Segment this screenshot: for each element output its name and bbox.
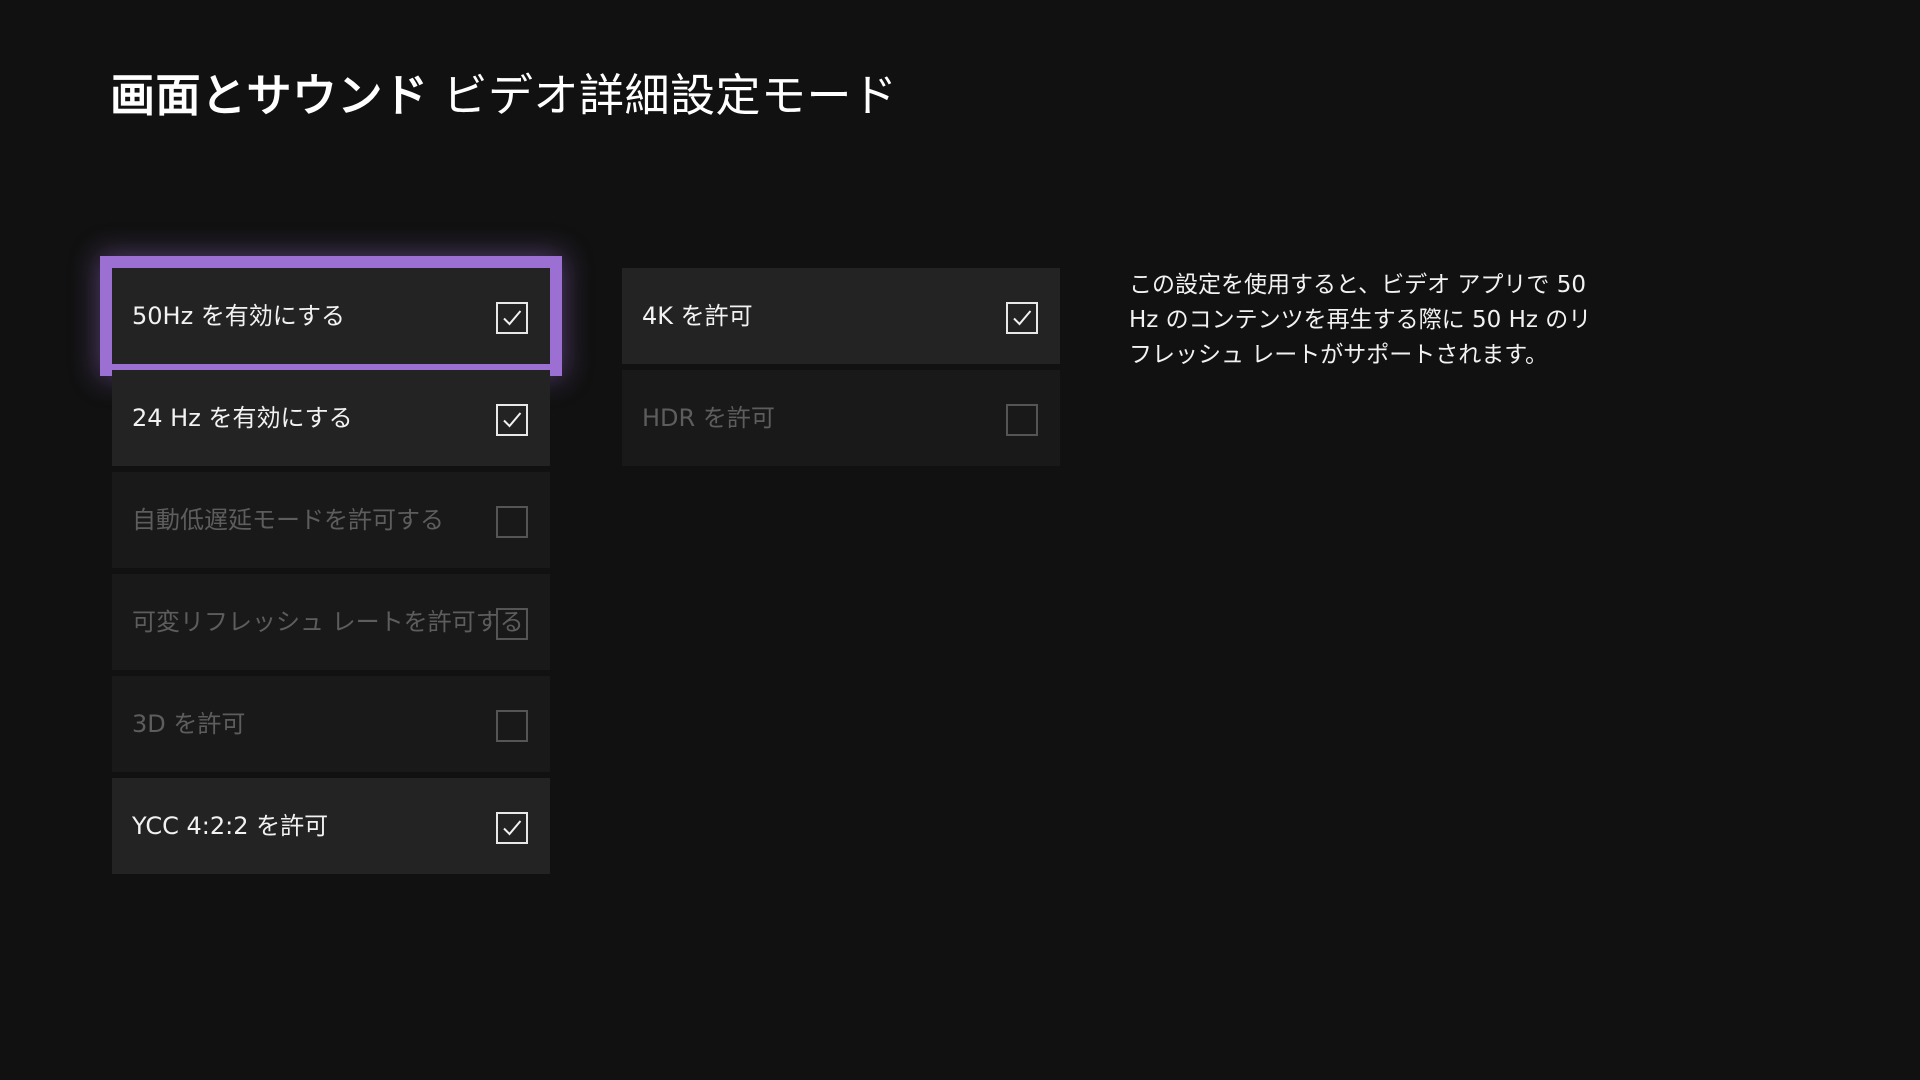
checkbox-checked[interactable]	[496, 404, 528, 436]
checkmark-icon	[503, 820, 522, 836]
checkmark-icon	[503, 310, 522, 326]
option-label: YCC 4:2:2 を許可	[132, 812, 329, 840]
left-options-column: 50Hz を有効にする 24 Hz を有効にする 自動低遅延モードを許可する 可…	[112, 268, 550, 880]
checkmark-icon	[503, 412, 522, 428]
settings-page: 画面とサウンド ビデオ詳細設定モード 50Hz を有効にする 24 Hz を有効に…	[0, 0, 1920, 1080]
checkmark-icon	[1013, 310, 1032, 326]
right-options-column: 4K を許可 HDR を許可	[622, 268, 1060, 472]
option-description: この設定を使用すると、ビデオ アプリで 50 Hz のコンテンツを再生する際に …	[1129, 272, 1592, 368]
option-allow-hdr[interactable]: HDR を許可	[622, 370, 1060, 466]
option-label: 可変リフレッシュ レートを許可する	[132, 608, 524, 636]
option-label: 自動低遅延モードを許可する	[132, 506, 444, 534]
checkbox-unchecked[interactable]	[496, 608, 528, 640]
option-enable-24hz[interactable]: 24 Hz を有効にする	[112, 370, 550, 466]
option-allow-3d[interactable]: 3D を許可	[112, 676, 550, 772]
option-variable-refresh-rate[interactable]: 可変リフレッシュ レートを許可する	[112, 574, 550, 670]
checkbox-unchecked[interactable]	[1006, 404, 1038, 436]
checkbox-unchecked[interactable]	[496, 710, 528, 742]
option-enable-50hz[interactable]: 50Hz を有効にする	[112, 268, 550, 364]
option-allow-ycc422[interactable]: YCC 4:2:2 を許可	[112, 778, 550, 874]
option-auto-low-latency[interactable]: 自動低遅延モードを許可する	[112, 472, 550, 568]
checkbox-checked[interactable]	[1006, 302, 1038, 334]
checkbox-checked[interactable]	[496, 812, 528, 844]
option-allow-4k[interactable]: 4K を許可	[622, 268, 1060, 364]
checkbox-unchecked[interactable]	[496, 506, 528, 538]
option-label: 24 Hz を有効にする	[132, 404, 353, 432]
section-title: 画面とサウンド	[110, 69, 429, 122]
option-label: HDR を許可	[642, 404, 775, 432]
page-title: 画面とサウンド ビデオ詳細設定モード	[110, 62, 898, 130]
page-subtitle: ビデオ詳細設定モード	[442, 69, 898, 122]
option-label: 3D を許可	[132, 710, 246, 738]
checkbox-checked[interactable]	[496, 302, 528, 334]
option-label: 4K を許可	[642, 302, 753, 330]
option-label: 50Hz を有効にする	[132, 302, 346, 330]
